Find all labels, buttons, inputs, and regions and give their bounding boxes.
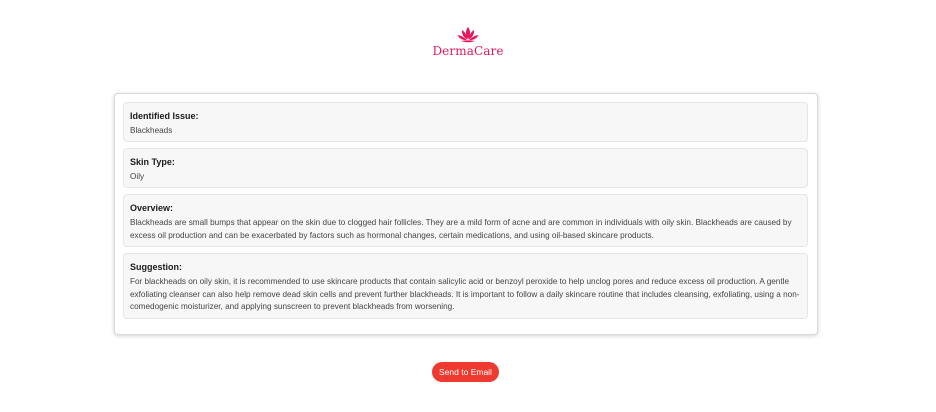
suggestion-section: Suggestion: For blackheads on oily skin,…: [123, 253, 808, 319]
skin-type-heading: Skin Type:: [130, 157, 175, 167]
brand-logo: DermaCare: [0, 26, 936, 58]
skin-type-section: Skin Type: Oily: [123, 148, 808, 188]
lotus-icon: [457, 27, 479, 43]
send-to-email-button[interactable]: Send to Email: [432, 362, 499, 382]
overview-heading: Overview:: [130, 203, 174, 213]
brand-name: DermaCare: [432, 44, 504, 58]
overview-section: Overview: Blackheads are small bumps tha…: [123, 194, 808, 247]
identified-issue-value: Blackheads: [130, 126, 173, 135]
skin-type-value: Oily: [130, 172, 145, 181]
identified-issue-section: Identified Issue: Blackheads: [123, 102, 808, 142]
overview-text: Blackheads are small bumps that appear o…: [130, 218, 792, 240]
page: DermaCare Identified Issue: Blackheads S…: [0, 0, 936, 412]
identified-issue-heading: Identified Issue:: [130, 111, 199, 121]
suggestion-text: For blackheads on oily skin, it is recom…: [130, 277, 800, 311]
suggestion-heading: Suggestion:: [130, 262, 182, 272]
analysis-result-card: Identified Issue: Blackheads Skin Type: …: [114, 93, 818, 335]
